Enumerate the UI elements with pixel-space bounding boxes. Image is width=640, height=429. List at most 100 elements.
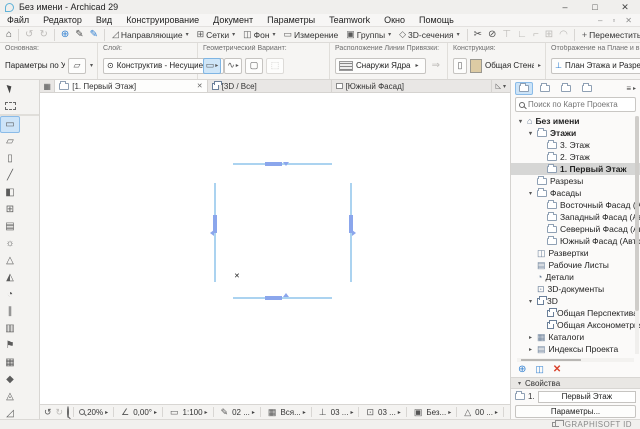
tree-scrollbar[interactable] (635, 116, 639, 354)
tree-item-3d-documents[interactable]: ⊡ 3D-документы (511, 283, 640, 295)
maximize-button[interactable]: □ (580, 2, 610, 12)
copy-settings-icon[interactable]: ◫ (535, 364, 544, 375)
trim-icon[interactable]: ⊤ (499, 28, 514, 42)
menu-window[interactable]: Окно (377, 15, 412, 25)
guides-dropdown[interactable]: ◿ Направляющие ▾ (108, 29, 193, 40)
adjust-icon[interactable]: ⊘ (485, 28, 499, 42)
menu-options[interactable]: Параметры (260, 15, 322, 25)
tree-item-project[interactable]: ▾ ⌂ Без имени (511, 115, 640, 127)
slab-tool[interactable]: ▱ (0, 133, 20, 150)
column-tool[interactable]: ▯ (0, 150, 20, 167)
tree-item-schedules[interactable]: ▸ ▦ Каталоги (511, 331, 640, 343)
menu-document[interactable]: Документ (206, 15, 260, 25)
menu-edit[interactable]: Редактор (36, 15, 89, 25)
tab-first-floor[interactable]: [1. Первый Этаж] ✕ (55, 80, 208, 92)
railing-tool[interactable]: ∥ (0, 303, 20, 320)
settings-button[interactable]: Параметры... (515, 405, 636, 418)
background-dropdown[interactable]: ◫ Фон ▾ (239, 29, 279, 40)
zoom-in-icon[interactable] (65, 406, 71, 418)
next-zoom-icon[interactable]: ↻ (54, 407, 66, 418)
mesh-tool[interactable]: ◭ (0, 269, 20, 286)
tab-south-elevation[interactable]: [Южный Фасад] (332, 80, 492, 92)
tree-item-story-1[interactable]: 1. Первый Этаж (511, 163, 640, 175)
measure-button[interactable]: ▭ Измерение (280, 29, 343, 40)
add-story-icon[interactable]: ⊕ (518, 364, 526, 375)
pen-set-dropdown[interactable]: ✎ 02 ... ▸ (216, 407, 258, 418)
floor-plan-display-dropdown[interactable]: ⊥ План Этажа и Разрез... ▸ (551, 57, 640, 74)
tree-item-details[interactable]: ◔ Детали (511, 271, 640, 283)
tree-item-stories[interactable]: ▾ Этажи (511, 127, 640, 139)
door-tool[interactable]: ◧ (0, 184, 20, 201)
close-icon[interactable]: ✕ (191, 82, 203, 90)
tab-list-dropdown[interactable]: ◺ ▾ (492, 80, 510, 92)
layer-combination-dropdown[interactable]: ▦ Вся... ▸ (263, 407, 309, 418)
cascade-windows-icon[interactable] (551, 420, 564, 427)
reference-line-dropdown[interactable]: Снаружи Ядра ▸ (335, 57, 426, 74)
flip-reference-icon[interactable]: ⇒ (429, 59, 443, 73)
navigator-menu-button[interactable]: ≡ ▸ (626, 84, 636, 93)
close-button[interactable]: ✕ (610, 2, 640, 13)
tree-item-3d[interactable]: ▾ 3D (511, 295, 640, 307)
wall-bottom[interactable] (233, 297, 332, 299)
wall-default-settings-button[interactable]: ▱ (67, 57, 86, 74)
fillet-icon[interactable]: ∟ (514, 28, 530, 42)
menu-teamwork[interactable]: Teamwork (322, 15, 377, 25)
select-tool[interactable] (0, 80, 20, 97)
tree-item-sections[interactable]: Разрезы (511, 175, 640, 187)
story-name-field[interactable] (537, 390, 636, 403)
stair-tool[interactable]: ▤ (0, 218, 20, 235)
wall-bottom-segment[interactable] (265, 296, 282, 300)
undo-icon[interactable]: ↺ (22, 28, 36, 42)
view-map-button[interactable] (536, 82, 554, 95)
split-icon[interactable]: ✂ (471, 28, 485, 42)
window-tool[interactable]: ⊞ (0, 201, 20, 218)
pick-up-parameters-icon[interactable]: ⊕ (58, 28, 72, 42)
tab-overview-button[interactable]: ▦ (40, 80, 56, 92)
wall-tool[interactable]: ▭ (0, 116, 20, 133)
shell-tool[interactable]: ◔ (0, 286, 20, 303)
tree-horizontal-scrollbar[interactable] (517, 358, 634, 362)
renovation-filter-dropdown[interactable]: ▣ Без... ▸ (409, 407, 454, 418)
tab-3d-all[interactable]: [3D / Все] (208, 80, 332, 92)
marquee-tool[interactable] (0, 97, 20, 114)
dimension2-dropdown[interactable]: ⊡ 03 ... ▸ (361, 407, 403, 418)
morph-tool[interactable]: ◬ (0, 388, 20, 405)
stretch-icon[interactable]: ◠ (556, 28, 571, 42)
tree-item-elevations[interactable]: ▾ Фасады (511, 187, 640, 199)
geometry-curved-wall-button[interactable]: ∿ ▸ (224, 57, 242, 74)
ramp-tool[interactable]: ◿ (0, 405, 20, 419)
delete-icon[interactable]: ✕ (553, 364, 561, 375)
previous-zoom-icon[interactable]: ↺ (42, 407, 54, 418)
zone-tool[interactable]: ⚑ (0, 337, 20, 354)
move-dropdown[interactable]: + Переместить ▾ (578, 30, 640, 40)
composite-name[interactable]: Общая Стена/... (485, 61, 534, 70)
doc-close-icon[interactable]: ✕ (625, 16, 632, 25)
floor-plan-canvas[interactable]: ✕ (40, 93, 510, 404)
beam-tool[interactable]: ╱ (0, 167, 20, 184)
geometry-rectangle-wall-button[interactable]: ⬚ (266, 57, 284, 74)
structure-type-button[interactable]: ▯ (453, 57, 467, 74)
doc-minimize-icon[interactable]: – (598, 16, 602, 25)
inject-parameters-icon[interactable]: ✎ (72, 28, 86, 42)
geometry-chained-wall-button[interactable]: ▢ (245, 57, 263, 74)
curtain-wall-tool[interactable]: ▥ (0, 320, 20, 337)
menu-help[interactable]: Помощь (412, 15, 461, 25)
menu-file[interactable]: Файл (0, 15, 36, 25)
sections-3d-dropdown[interactable]: ◇ 3D-сечения ▾ (395, 29, 464, 40)
minimize-button[interactable]: – (550, 2, 580, 12)
lamp-tool[interactable]: ☼ (0, 235, 20, 252)
tree-item-generic-axonometry[interactable]: Общая Аксонометрия (511, 319, 640, 331)
roof-tool[interactable]: △ (0, 252, 20, 269)
publisher-button[interactable] (578, 82, 596, 95)
tree-item-generic-perspective[interactable]: Общая Перспектива (511, 307, 640, 319)
tree-item-elevation-south[interactable]: Южный Фасад (Автоматическ (511, 235, 640, 247)
scale-dropdown[interactable]: ▭ 1:100 ▸ (165, 407, 211, 418)
grid-tool[interactable]: ▦ (0, 354, 20, 371)
geometry-straight-wall-button[interactable]: ▭ ▸ (203, 57, 221, 74)
tree-item-elevation-east[interactable]: Восточный Фасад (Автоматич (511, 199, 640, 211)
grids-dropdown[interactable]: ⊞ Сетки ▾ (193, 29, 240, 40)
tree-item-worksheets[interactable]: ▤ Рабочие Листы (511, 259, 640, 271)
tree-item-project-indexes[interactable]: ▸ ▤ Индексы Проекта (511, 343, 640, 355)
resize-icon[interactable]: ⊞ (542, 28, 556, 42)
inject-parameters2-icon[interactable]: ✎ (87, 28, 101, 42)
